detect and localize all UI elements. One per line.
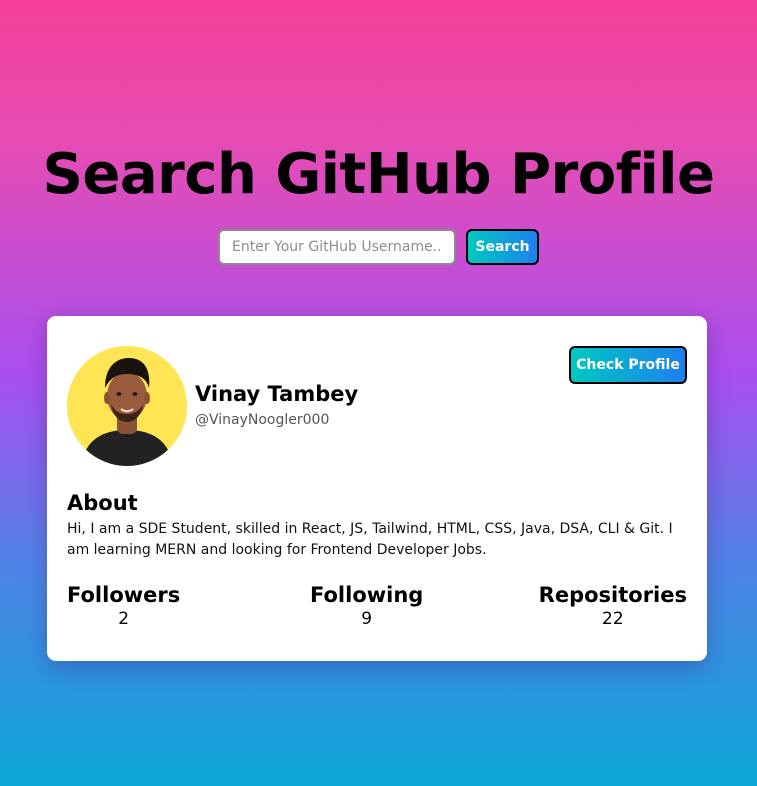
about-text: Hi, I am a SDE Student, skilled in React… — [67, 521, 673, 558]
search-button[interactable]: Search — [466, 229, 539, 265]
stat-value: 9 — [361, 609, 373, 629]
search-input[interactable] — [218, 229, 456, 265]
stat-label: Following — [310, 583, 424, 607]
profile-name: Vinay Tambey — [195, 382, 359, 406]
stat-label: Followers — [67, 583, 181, 607]
profile-card: Vinay Tambey @VinayNoogler000 Check Prof… — [47, 316, 707, 661]
check-profile-button[interactable]: Check Profile — [569, 346, 687, 384]
stat-value: 2 — [118, 609, 130, 629]
stat-repositories: Repositories 22 — [539, 583, 687, 629]
stat-label: Repositories — [538, 583, 687, 607]
search-bar: Search — [0, 229, 757, 265]
stat-followers: Followers 2 — [67, 583, 180, 629]
avatar-portrait — [67, 346, 187, 466]
stat-value: 22 — [602, 609, 624, 629]
page-title: Search GitHub Profile — [42, 142, 715, 207]
stat-following: Following 9 — [310, 583, 423, 629]
avatar — [67, 346, 187, 466]
about-heading: About — [67, 491, 138, 515]
profile-username: @VinayNoogler000 — [195, 412, 330, 428]
